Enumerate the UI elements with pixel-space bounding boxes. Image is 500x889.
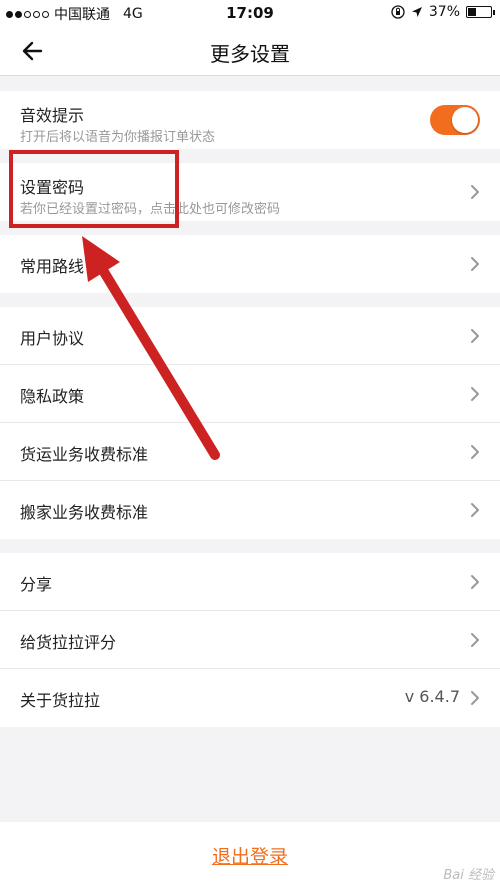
row-privacy-policy[interactable]: 隐私政策: [0, 365, 500, 423]
row-title: 音效提示: [20, 106, 85, 125]
logout-bar: 退出登录 Bai 经验: [0, 822, 500, 889]
battery-icon: [466, 6, 495, 18]
row-user-agreement[interactable]: 用户协议: [0, 307, 500, 365]
location-icon: [411, 7, 422, 17]
row-title: 货运业务收费标准: [20, 445, 149, 464]
status-bar: 中国联通 4G 17:09 37%: [0, 0, 500, 26]
row-share[interactable]: 分享: [0, 553, 500, 611]
chevron-right-icon: [471, 257, 479, 271]
group-about: 分享 给货拉拉评分 关于货拉拉 v 6.4.7: [0, 553, 500, 727]
screen: 中国联通 4G 17:09 37% 更多设置 音效提示 打开后将以语音为你播报订: [0, 0, 500, 889]
group-routes: 常用路线: [0, 235, 500, 293]
version-label: v 6.4.7: [404, 687, 460, 706]
row-subtitle: 打开后将以语音为你播报订单状态: [20, 130, 216, 145]
orientation-lock-icon: [391, 5, 405, 19]
row-rate-app[interactable]: 给货拉拉评分: [0, 611, 500, 669]
row-title: 关于货拉拉: [20, 691, 101, 710]
row-sound-prompt: 音效提示 打开后将以语音为你播报订单状态: [0, 91, 500, 149]
chevron-right-icon: [471, 329, 479, 343]
chevron-right-icon: [471, 691, 479, 705]
page-title: 更多设置: [210, 42, 290, 66]
row-title: 常用路线: [20, 257, 85, 276]
nav-bar: 更多设置: [0, 26, 500, 76]
chevron-right-icon: [471, 575, 479, 589]
group-sound: 音效提示 打开后将以语音为你播报订单状态: [0, 91, 500, 149]
row-title: 给货拉拉评分: [20, 633, 117, 652]
chevron-right-icon: [471, 503, 479, 517]
logout-button[interactable]: 退出登录: [0, 842, 500, 869]
chevron-right-icon: [471, 445, 479, 459]
battery-fill: [468, 8, 477, 16]
annotation-highlight-box: [9, 150, 179, 228]
row-title: 隐私政策: [20, 387, 85, 406]
chevron-right-icon: [471, 387, 479, 401]
row-title: 用户协议: [20, 329, 85, 348]
toggle-knob: [452, 107, 478, 133]
row-common-routes[interactable]: 常用路线: [0, 235, 500, 293]
battery-percent: 37%: [428, 4, 460, 20]
chevron-right-icon: [471, 185, 479, 199]
status-right: 37%: [391, 4, 495, 20]
watermark: Bai 经验: [443, 868, 494, 883]
row-about[interactable]: 关于货拉拉 v 6.4.7: [0, 669, 500, 727]
row-title: 搬家业务收费标准: [20, 503, 149, 522]
chevron-right-icon: [471, 633, 479, 647]
sound-toggle[interactable]: [430, 105, 480, 135]
row-moving-fees[interactable]: 搬家业务收费标准: [0, 481, 500, 539]
row-freight-fees[interactable]: 货运业务收费标准: [0, 423, 500, 481]
group-legal: 用户协议 隐私政策 货运业务收费标准 搬家业务收费标准: [0, 307, 500, 539]
row-title: 分享: [20, 575, 53, 594]
